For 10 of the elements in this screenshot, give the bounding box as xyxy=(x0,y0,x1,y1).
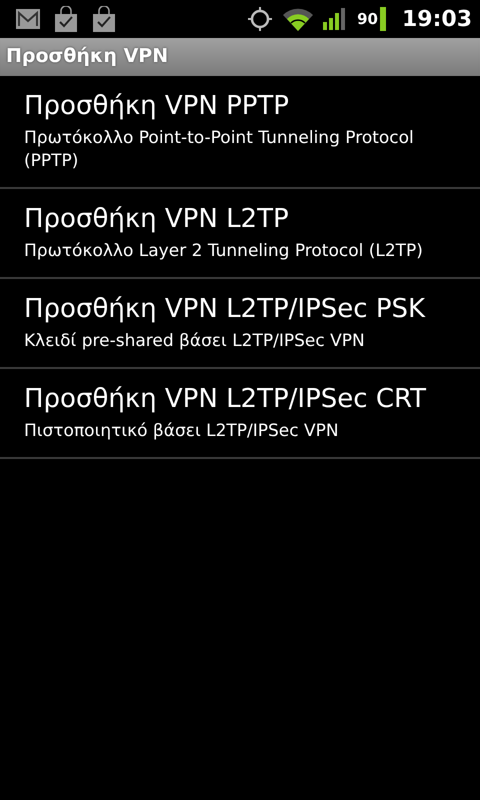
battery-percent: 90 xyxy=(357,10,378,28)
screen-title: Προσθήκη VPN xyxy=(5,44,168,67)
battery-icon xyxy=(380,7,386,31)
signal-icon xyxy=(323,8,348,30)
shopping-bag-icon xyxy=(92,6,116,32)
shopping-bag-icon xyxy=(54,6,78,32)
wifi-icon xyxy=(283,7,314,31)
mail-icon xyxy=(16,9,40,29)
clock-time: 19:03 xyxy=(402,6,472,32)
gps-icon xyxy=(247,6,274,32)
